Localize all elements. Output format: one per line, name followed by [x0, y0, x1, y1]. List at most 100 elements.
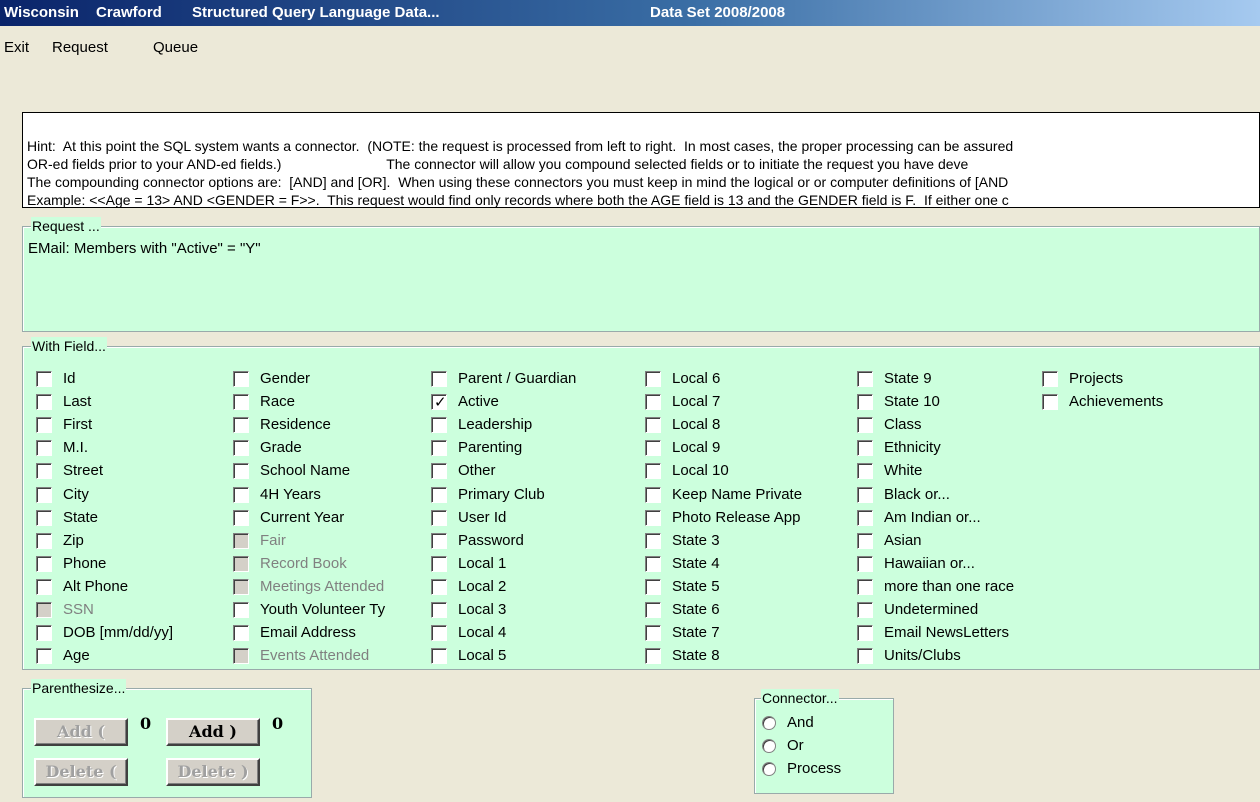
checkbox-box: [431, 487, 447, 503]
checkbox-box: [431, 463, 447, 479]
checkbox-box: [645, 602, 661, 618]
field-label: Asian: [884, 532, 922, 549]
menu-exit[interactable]: Exit: [4, 39, 29, 56]
field-label: Local 8: [672, 416, 721, 433]
checkbox-box: [36, 648, 52, 664]
checkbox-box: [36, 417, 52, 433]
field-label: Zip: [63, 532, 84, 549]
open-paren-count: 0: [140, 714, 152, 733]
field-label: Events Attended: [260, 647, 370, 664]
field-label: Current Year: [260, 509, 345, 526]
field-label: Local 5: [458, 647, 507, 664]
request-legend: Request ...: [31, 217, 101, 235]
title-app: Wisconsin: [4, 4, 79, 21]
field-label: Projects: [1069, 370, 1124, 387]
menu-bar: Exit Request Queue: [0, 26, 1260, 66]
checkbox-box: [431, 371, 447, 387]
checkbox-box: [233, 394, 249, 410]
field-label: Parenting: [458, 439, 523, 456]
field-label: Local 2: [458, 578, 507, 595]
field-label: 4H Years: [260, 486, 321, 503]
checkbox-box: [645, 533, 661, 549]
checkbox-box: [431, 510, 447, 526]
checkbox-box: [857, 602, 873, 618]
hint-text-box[interactable]: Hint: At this point the SQL system wants…: [22, 112, 1260, 208]
window-title: Structured Query Language Data...: [192, 4, 440, 21]
field-label: Local 4: [458, 624, 507, 641]
menu-request[interactable]: Request: [52, 39, 108, 56]
checkbox-box: [857, 625, 873, 641]
checkbox-box: [857, 556, 873, 572]
checkbox-box: [857, 579, 873, 595]
field-label: Ethnicity: [884, 439, 941, 456]
field-label: State 3: [672, 532, 720, 549]
with-field-legend: With Field...: [31, 337, 107, 355]
checkbox-box: [645, 440, 661, 456]
field-label: more than one race: [884, 578, 1015, 595]
checkbox-box: [36, 371, 52, 387]
title-bar: Wisconsin Crawford Structured Query Lang…: [0, 0, 1260, 26]
checkbox-box: [857, 417, 873, 433]
checkbox-box: [233, 440, 249, 456]
field-label: Local 3: [458, 601, 507, 618]
add-close-paren-button[interactable]: Add ): [166, 718, 260, 746]
field-label: Local 7: [672, 393, 721, 410]
title-dataset: Data Set 2008/2008: [650, 4, 786, 21]
request-text: EMail: Members with "Active" = "Y": [28, 240, 261, 257]
checkbox-box: [233, 463, 249, 479]
field-label: City: [63, 486, 89, 503]
field-label: State 7: [672, 624, 720, 641]
checkbox-box: [431, 648, 447, 664]
checkbox-box: [857, 371, 873, 387]
field-label: Street: [63, 462, 104, 479]
checkbox-box: [431, 625, 447, 641]
checkbox-box: [645, 510, 661, 526]
field-label: Email NewsLetters: [884, 624, 1010, 641]
checkbox-box: [233, 417, 249, 433]
add-open-paren-button[interactable]: Add (: [34, 718, 128, 746]
checkbox-box: [36, 602, 52, 618]
field-label: Photo Release App: [672, 509, 801, 526]
field-label: Leadership: [458, 416, 533, 433]
field-label: Hawaiian or...: [884, 555, 975, 572]
field-label: Grade: [260, 439, 302, 456]
field-label: Active: [458, 393, 499, 410]
field-label: Age: [63, 647, 90, 664]
field-label: State 6: [672, 601, 720, 618]
field-label: State 5: [672, 578, 720, 595]
field-label: User Id: [458, 509, 507, 526]
checkbox-box: [645, 648, 661, 664]
checkbox-box: [36, 440, 52, 456]
field-label: Parent / Guardian: [458, 370, 577, 387]
checkbox-box: [233, 371, 249, 387]
field-label: Phone: [63, 555, 107, 572]
connector-and-label: And: [787, 714, 814, 731]
checkbox-box: [645, 463, 661, 479]
field-label: Local 9: [672, 439, 721, 456]
checkbox-box: [857, 463, 873, 479]
hint-line: OR-ed fields prior to your AND-ed fields…: [27, 156, 969, 172]
checkbox-box: [431, 579, 447, 595]
radio-circle: [762, 739, 776, 753]
checkbox-box: ✓: [431, 394, 447, 411]
field-label: Undetermined: [884, 601, 979, 618]
checkbox-box: [1042, 371, 1058, 387]
checkbox-box: [36, 394, 52, 410]
checkbox-box: [233, 579, 249, 595]
checkbox-box: [857, 440, 873, 456]
checkbox-box: [645, 625, 661, 641]
checkbox-box: [645, 371, 661, 387]
checkbox-box: [857, 533, 873, 549]
checkbox-box: [233, 533, 249, 549]
field-label: Fair: [260, 532, 286, 549]
checkbox-box: [1042, 394, 1058, 410]
field-label: Achievements: [1069, 393, 1164, 410]
checkbox-box: [233, 625, 249, 641]
menu-queue[interactable]: Queue: [153, 39, 198, 56]
delete-close-paren-button[interactable]: Delete ): [166, 758, 260, 786]
delete-open-paren-button[interactable]: Delete (: [34, 758, 128, 786]
field-label: Record Book: [260, 555, 347, 572]
field-label: State: [63, 509, 99, 526]
connector-legend: Connector...: [761, 689, 839, 707]
field-label: Id: [63, 370, 76, 387]
